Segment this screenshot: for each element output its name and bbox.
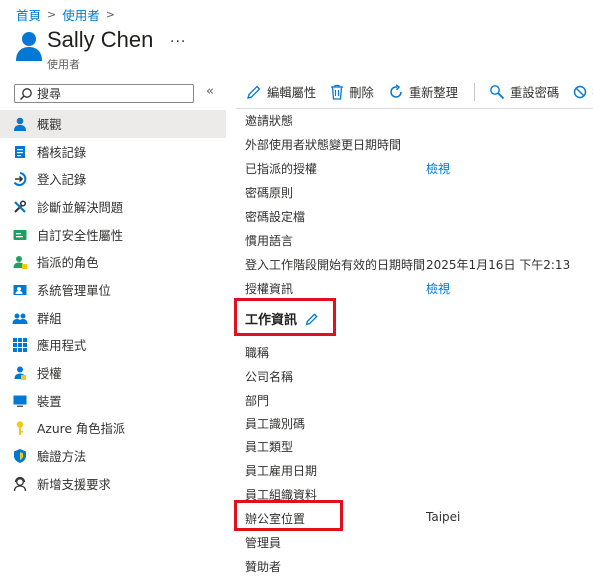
- toolbar-divider-line: [236, 108, 593, 109]
- sidebar-item-sign-in-logs[interactable]: 登入記錄: [0, 165, 226, 193]
- sign-in-icon: [12, 171, 28, 187]
- breadcrumb: 首頁 > 使用者 >: [16, 5, 115, 24]
- block-icon: [574, 85, 587, 99]
- chevron-right-icon: >: [47, 8, 57, 21]
- more-options-icon[interactable]: ···: [170, 34, 186, 50]
- property-value-office-location: Taipei: [426, 510, 461, 524]
- property-label-sponsors: 贊助者: [245, 560, 282, 574]
- sidebar-item-label: 指派的角色: [37, 256, 99, 271]
- page-subtitle: 使用者: [47, 58, 80, 71]
- property-label-department: 部門: [245, 394, 270, 408]
- revoke-sessions-button[interactable]: 撤: [573, 83, 593, 101]
- sidebar: 概觀 稽核記錄 登入記錄 診斷並解決問題 自訂安全性屬性 指派的角色 系統管理單…: [0, 110, 226, 498]
- sidebar-item-label: 驗證方法: [37, 450, 87, 465]
- group-icon: [12, 310, 28, 326]
- property-label-manager: 管理員: [245, 536, 282, 550]
- sidebar-item-label: 稽核記錄: [37, 145, 87, 160]
- sidebar-item-security-attributes[interactable]: 自訂安全性屬性: [0, 221, 226, 249]
- security-attribute-icon: [12, 227, 28, 243]
- property-label-employee-hire-date: 員工雇用日期: [245, 464, 318, 478]
- chevron-right-icon: >: [105, 8, 115, 21]
- magnifier-key-icon: [490, 85, 505, 100]
- sidebar-item-label: 新增支援要求: [37, 477, 111, 492]
- admin-unit-icon: [12, 282, 28, 298]
- reset-password-label: 重設密碼: [510, 86, 560, 100]
- trash-icon: [331, 84, 344, 100]
- toolbar-divider: [474, 83, 476, 101]
- property-label-license-info: 授權資訊: [245, 282, 294, 296]
- property-label-company-name: 公司名稱: [245, 370, 294, 384]
- support-icon: [12, 476, 28, 492]
- sidebar-item-label: 概觀: [37, 117, 62, 132]
- wrench-icon: [12, 199, 28, 215]
- sidebar-item-assigned-roles[interactable]: 指派的角色: [0, 248, 226, 276]
- sidebar-item-overview[interactable]: 概觀: [0, 110, 226, 138]
- pencil-icon: [247, 85, 261, 99]
- sidebar-item-label: 自訂安全性屬性: [37, 228, 124, 243]
- edit-properties-button[interactable]: 編輯屬性: [246, 83, 316, 101]
- key-icon: [12, 420, 28, 436]
- refresh-icon: [390, 84, 402, 98]
- property-label-preferred-language: 慣用語言: [245, 234, 294, 248]
- shield-icon: [12, 448, 28, 464]
- refresh-button[interactable]: 重新整理: [388, 83, 458, 101]
- sidebar-item-azure-role-assignments[interactable]: Azure 角色指派: [0, 415, 226, 443]
- command-bar: 編輯屬性 刪除 重新整理 重設密碼 撤: [246, 83, 593, 101]
- sidebar-item-audit-logs[interactable]: 稽核記錄: [0, 138, 226, 166]
- sidebar-item-label: 群組: [37, 311, 62, 326]
- property-label-sign-in-sessions-valid: 登入工作階段開始有效的日期時間: [245, 258, 426, 272]
- delete-button[interactable]: 刪除: [330, 83, 374, 101]
- property-label-employee-id: 員工識別碼: [245, 417, 306, 431]
- sidebar-item-devices[interactable]: 裝置: [0, 387, 226, 415]
- search-icon: [20, 87, 32, 100]
- sidebar-item-label: 診斷並解決問題: [37, 200, 124, 215]
- property-label-invitation-state: 邀請狀態: [245, 114, 294, 128]
- highlight-box-job-info: [234, 298, 336, 336]
- device-icon: [12, 393, 28, 409]
- highlight-box-office-location: [234, 500, 343, 531]
- refresh-label: 重新整理: [408, 86, 459, 100]
- sidebar-item-admin-units[interactable]: 系統管理單位: [0, 276, 226, 304]
- breadcrumb-home[interactable]: 首頁: [16, 5, 41, 24]
- sidebar-item-label: 應用程式: [37, 339, 87, 354]
- search-box[interactable]: [14, 84, 194, 103]
- property-label-password-profile: 密碼設定檔: [245, 210, 306, 224]
- sidebar-item-diagnose[interactable]: 診斷並解決問題: [0, 193, 226, 221]
- license-icon: [12, 365, 28, 381]
- collapse-sidebar-icon[interactable]: «: [206, 84, 214, 99]
- audit-log-icon: [12, 144, 28, 160]
- user-icon: [12, 116, 28, 132]
- delete-label: 刪除: [349, 86, 374, 100]
- sidebar-item-auth-methods[interactable]: 驗證方法: [0, 442, 226, 470]
- sidebar-item-licenses[interactable]: 授權: [0, 359, 226, 387]
- view-licenses-link[interactable]: 檢視: [426, 160, 450, 177]
- sidebar-item-groups[interactable]: 群組: [0, 304, 226, 332]
- page-title: Sally Chen: [47, 27, 154, 52]
- reset-password-button[interactable]: 重設密碼: [489, 83, 559, 101]
- roles-icon: [12, 254, 28, 270]
- sidebar-item-label: 登入記錄: [37, 173, 87, 188]
- search-input[interactable]: [33, 86, 187, 101]
- view-license-info-link[interactable]: 檢視: [426, 280, 450, 297]
- property-label-employee-type: 員工類型: [245, 440, 294, 454]
- sidebar-item-label: 授權: [37, 367, 62, 382]
- breadcrumb-users[interactable]: 使用者: [62, 5, 100, 24]
- sidebar-item-new-support-request[interactable]: 新增支援要求: [0, 470, 226, 498]
- property-value-sign-in-sessions-valid: 2025年1月16日 下午2:13: [426, 258, 571, 272]
- sidebar-item-label: 裝置: [37, 394, 62, 409]
- property-label-password-policy: 密碼原則: [245, 186, 294, 200]
- property-label-assigned-licenses: 已指派的授權: [245, 162, 318, 176]
- edit-properties-label: 編輯屬性: [267, 86, 317, 100]
- apps-grid-icon: [12, 337, 28, 353]
- property-label-external-state-change: 外部使用者狀態變更日期時間: [245, 138, 402, 152]
- property-label-job-title: 職稱: [245, 346, 270, 360]
- sidebar-item-applications[interactable]: 應用程式: [0, 332, 226, 360]
- user-avatar-icon: [16, 32, 42, 61]
- sidebar-item-label: Azure 角色指派: [37, 422, 126, 437]
- sidebar-item-label: 系統管理單位: [37, 283, 111, 298]
